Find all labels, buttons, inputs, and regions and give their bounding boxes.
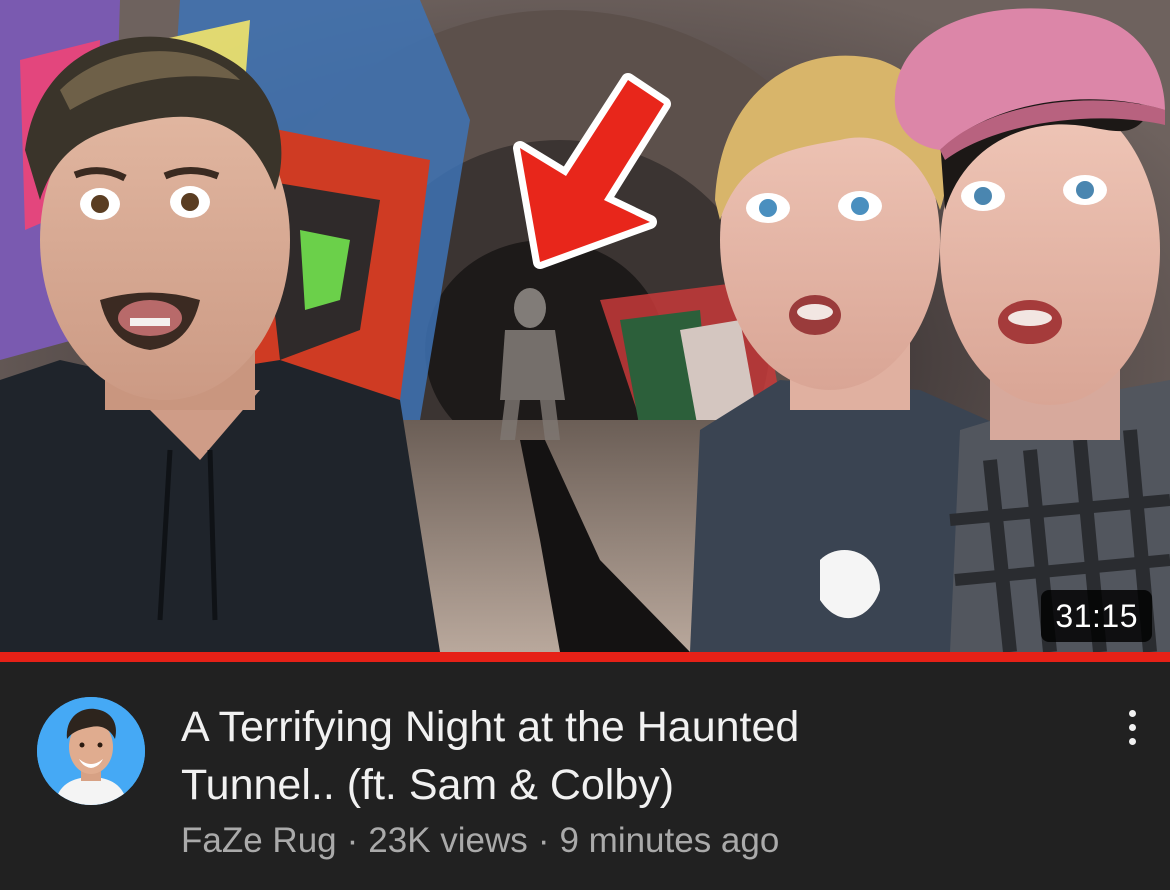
thumbnail-artwork [0,0,1170,652]
video-thumbnail[interactable]: 31:15 [0,0,1170,652]
watch-progress-bar [0,652,1170,662]
meta-separator: · [346,821,359,860]
more-vert-icon [1128,723,1136,731]
more-vert-icon [1128,737,1136,745]
watch-progress-fill [0,652,1170,662]
video-title[interactable]: A Terrifying Night at the Haunted Tunnel… [181,698,1061,814]
more-options-button[interactable] [1108,702,1156,752]
video-title-line-2: Tunnel.. (ft. Sam & Colby) [181,761,675,809]
avatar-image [37,697,145,805]
meta-separator: · [537,821,550,860]
duration-badge: 31:15 [1041,590,1152,642]
published-time: 9 minutes ago [559,821,780,860]
video-title-line-1: A Terrifying Night at the Haunted [181,703,800,751]
video-details: A Terrifying Night at the Haunted Tunnel… [0,662,1170,890]
channel-avatar[interactable] [37,697,145,805]
channel-name[interactable]: FaZe Rug [181,821,337,860]
video-metadata: FaZe Rug · 23K views · 9 minutes ago [181,819,779,863]
more-vert-icon [1128,709,1136,717]
video-card[interactable]: 31:15 A Terrifying Night at the Haunted … [0,0,1170,890]
view-count: 23K views [368,821,528,860]
